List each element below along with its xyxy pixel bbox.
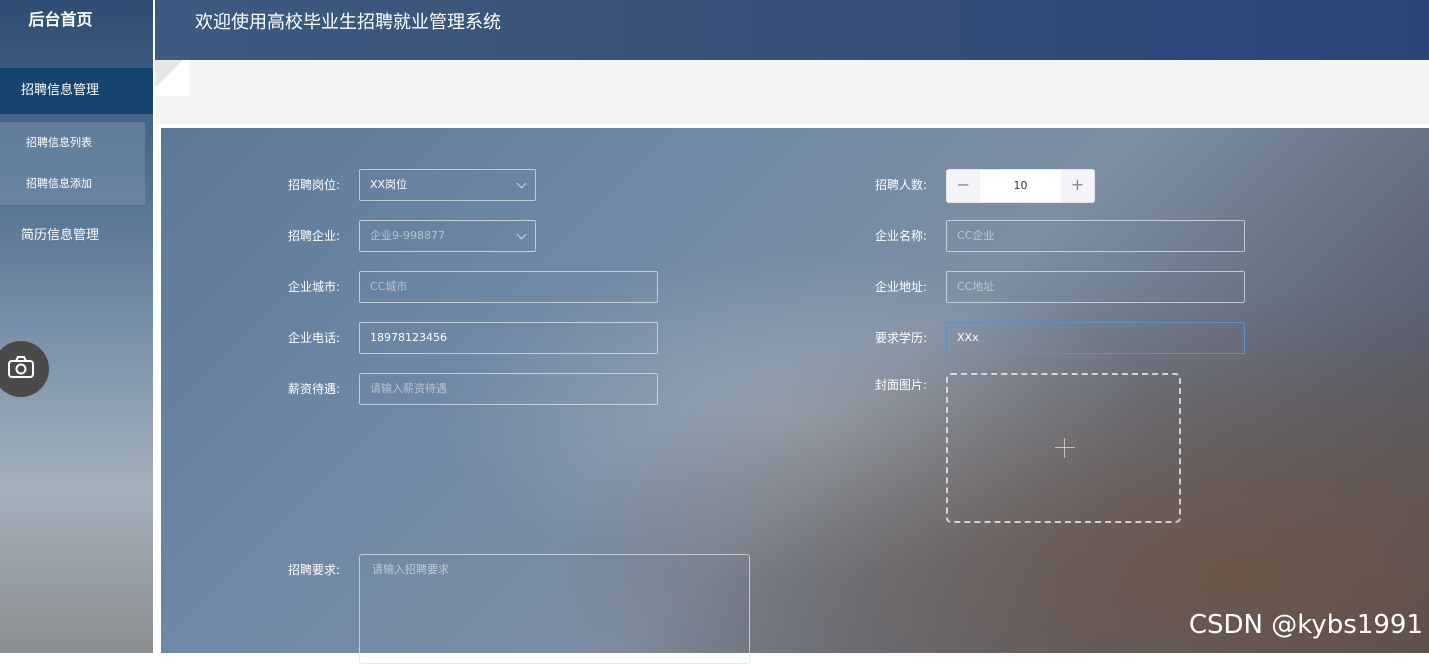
camera-icon xyxy=(7,355,35,383)
tab-bar xyxy=(155,60,1429,124)
cover-label: 封面图片: xyxy=(875,378,928,392)
salary-input[interactable]: 请输入薪资待遇 xyxy=(359,373,658,405)
plus-icon-v xyxy=(1064,438,1065,458)
home-link[interactable]: 后台首页 xyxy=(0,0,153,40)
page-title: 欢迎使用高校毕业生招聘就业管理系统 xyxy=(195,12,501,33)
company-value: 企业9-998877 xyxy=(370,229,445,242)
plus-icon xyxy=(1055,447,1075,448)
increment-button[interactable]: + xyxy=(1061,170,1094,202)
submenu-item-recruitment-list[interactable]: 招聘信息列表 xyxy=(0,128,145,158)
count-label: 招聘人数: xyxy=(875,178,928,192)
address-label: 企业地址: xyxy=(875,280,928,294)
education-input[interactable]: XXx xyxy=(946,322,1245,354)
requirement-label: 招聘要求: xyxy=(288,563,341,577)
submenu-item-recruitment-add[interactable]: 招聘信息添加 xyxy=(0,169,145,199)
city-input[interactable]: CC城市 xyxy=(359,271,658,303)
requirement-textarea[interactable]: 请输入招聘要求 xyxy=(359,554,750,664)
phone-input[interactable]: 18978123456 xyxy=(359,322,658,354)
menu-resume-info[interactable]: 简历信息管理 xyxy=(0,218,153,254)
company-label: 招聘企业: xyxy=(288,229,341,243)
chevron-down-icon xyxy=(516,229,527,240)
phone-label: 企业电话: xyxy=(288,331,341,345)
form-area: 招聘岗位: XX岗位 招聘人数: − 10 + 招聘企业: 企业9-998877… xyxy=(161,128,1429,664)
count-stepper[interactable]: − 10 + xyxy=(946,169,1095,203)
education-label: 要求学历: xyxy=(875,331,928,345)
company-name-label: 企业名称: xyxy=(875,229,928,243)
salary-label: 薪资待遇: xyxy=(288,382,341,396)
position-value: XX岗位 xyxy=(370,178,408,191)
city-label: 企业城市: xyxy=(288,280,341,294)
company-select[interactable]: 企业9-998877 xyxy=(359,220,536,252)
cover-upload[interactable] xyxy=(946,373,1181,523)
watermark: CSDN @kybs1991 xyxy=(1188,610,1423,640)
address-input[interactable]: CC地址 xyxy=(946,271,1245,303)
chevron-down-icon xyxy=(516,178,527,189)
company-name-input[interactable]: CC企业 xyxy=(946,220,1245,252)
position-select[interactable]: XX岗位 xyxy=(359,169,536,201)
menu-recruitment-info[interactable]: 招聘信息管理 xyxy=(0,68,153,114)
sidebar: 后台首页 招聘信息管理 招聘信息列表 招聘信息添加 简历信息管理 xyxy=(0,0,153,653)
header: 欢迎使用高校毕业生招聘就业管理系统 xyxy=(155,0,1429,60)
submenu: 招聘信息列表 招聘信息添加 xyxy=(0,122,145,205)
tab-corner xyxy=(155,60,189,96)
decrement-button[interactable]: − xyxy=(947,170,980,202)
position-label: 招聘岗位: xyxy=(288,178,341,192)
count-value[interactable]: 10 xyxy=(980,170,1061,202)
